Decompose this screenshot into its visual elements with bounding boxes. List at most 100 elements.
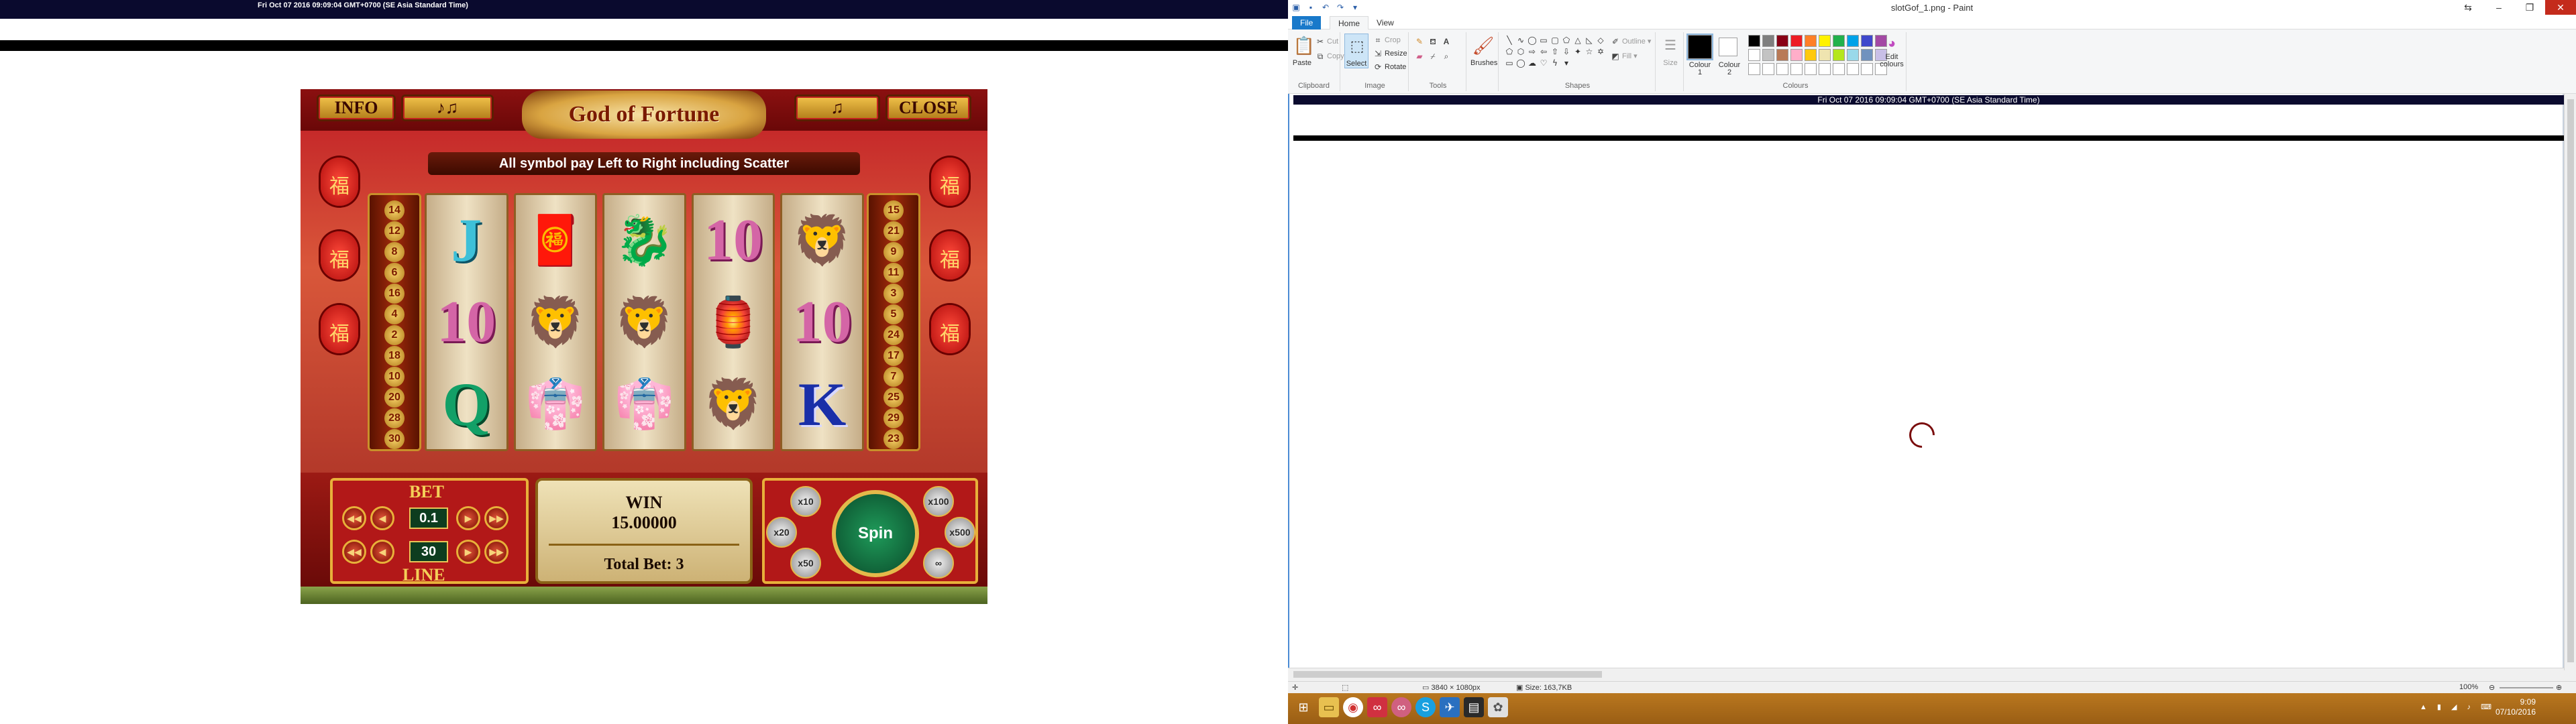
polygon-shape-icon[interactable]: ⬠ [1561,35,1572,46]
line-up-button[interactable]: ▶ [456,540,480,564]
paste-button[interactable]: 📋 Paste [1292,34,1315,67]
fill-tool[interactable]: ⛾ [1428,36,1440,47]
eraser-tool[interactable]: ▰ [1414,51,1426,62]
up-arrow-shape-icon[interactable]: ⇧ [1550,46,1560,57]
colour-swatch[interactable] [1776,49,1788,61]
brushes-button[interactable]: 🖌 Brushes [1470,34,1497,67]
app-red-icon[interactable]: ∞ [1367,697,1387,717]
terminal-icon[interactable]: ▤ [1464,697,1484,717]
minimize-button[interactable]: – [2483,0,2514,15]
pencil-tool[interactable]: ✎ [1414,36,1426,47]
clock[interactable]: 9:09 07/10/2016 [2496,697,2536,717]
close-window-button[interactable]: ✕ [2545,0,2576,15]
colour-swatch[interactable] [1805,35,1817,47]
tab-home[interactable]: Home [1330,16,1369,29]
spin-button[interactable]: Spin [832,490,919,577]
restore-icon[interactable]: ⇆ [2453,0,2483,15]
custom-colour-swatch[interactable] [1748,63,1760,75]
rounded-rectangle-shape-icon[interactable]: ▢ [1550,35,1560,46]
autoplay-infinite-button[interactable]: ∞ [923,548,954,579]
skype-icon[interactable]: S [1415,697,1436,717]
colour-swatch[interactable] [1762,49,1774,61]
bet-min-button[interactable]: ◀◀ [342,506,366,530]
colour-swatch[interactable] [1748,49,1760,61]
triangle-shape-icon[interactable]: △ [1572,35,1583,46]
image-canvas[interactable]: Fri Oct 07 2016 09:09:04 GMT+0700 (SE As… [1288,94,2564,668]
scroll-down-icon[interactable]: ▾ [1561,58,1572,68]
heart-shape-icon[interactable]: ♡ [1538,58,1549,68]
color-picker-tool[interactable]: ⌿ [1428,51,1440,62]
magnifier-tool[interactable]: ⌕ [1441,51,1453,62]
colour-swatch[interactable] [1819,35,1831,47]
colour1-swatch[interactable] [1686,34,1713,60]
horizontal-scrollbar[interactable] [1288,668,2564,680]
resize-button[interactable]: ⇲ Resize [1373,48,1407,59]
custom-colour-swatch[interactable] [1790,63,1803,75]
colour-swatch[interactable] [1861,49,1873,61]
down-arrow-shape-icon[interactable]: ⇩ [1561,46,1572,57]
right-triangle-shape-icon[interactable]: ◺ [1584,35,1595,46]
bet-down-button[interactable]: ◀ [370,506,394,530]
colour-swatch[interactable] [1819,49,1831,61]
autoplay-x100-button[interactable]: x100 [923,486,954,517]
oval-shape-icon[interactable]: ◯ [1527,35,1538,46]
edit-colours-button[interactable]: ◕ Edit colours [1880,35,1904,68]
bet-max-button[interactable]: ▶▶ [484,506,508,530]
app-pink-icon[interactable]: ∞ [1391,697,1411,717]
pentagon-shape-icon[interactable]: ⬠ [1504,46,1515,57]
colour-swatch[interactable] [1847,35,1859,47]
close-button[interactable]: CLOSE [885,95,971,121]
colour-swatch[interactable] [1762,35,1774,47]
tab-file[interactable]: File [1292,16,1322,29]
vertical-scroll-thumb[interactable] [2567,99,2574,662]
colour-swatch[interactable] [1847,49,1859,61]
autoplay-x10-button[interactable]: x10 [790,486,821,517]
copy-button[interactable]: ⧉ Copy [1315,51,1344,62]
custom-colour-swatch[interactable] [1805,63,1817,75]
diamond-shape-icon[interactable]: ◇ [1595,35,1606,46]
paint-taskbar-icon[interactable]: ✿ [1488,697,1508,717]
line-min-button[interactable]: ◀◀ [342,540,366,564]
colour-swatch[interactable] [1805,49,1817,61]
info-button[interactable]: INFO [317,95,396,121]
app-blue-icon[interactable]: ✈ [1440,697,1460,717]
bet-up-button[interactable]: ▶ [456,506,480,530]
colour2-swatch[interactable] [1719,38,1737,56]
colour-swatch[interactable] [1833,35,1845,47]
custom-colour-swatch[interactable] [1762,63,1774,75]
start-button[interactable]: ⊞ [1293,697,1313,717]
line-max-button[interactable]: ▶▶ [484,540,508,564]
horizontal-scroll-thumb[interactable] [1293,671,1602,678]
paytable-button[interactable]: ♪♫ [401,95,494,121]
lightning-shape-icon[interactable]: ϟ [1550,58,1560,68]
four-point-star-shape-icon[interactable]: ✦ [1572,46,1583,57]
maximize-button[interactable]: ❐ [2514,0,2545,15]
six-point-star-shape-icon[interactable]: ✡ [1595,46,1606,57]
tab-view[interactable]: View [1368,16,1402,29]
text-tool[interactable]: A [1441,36,1453,47]
autoplay-x500-button[interactable]: x500 [945,517,975,548]
right-arrow-shape-icon[interactable]: ⇨ [1527,46,1538,57]
colour-swatch[interactable] [1790,35,1803,47]
chrome-icon[interactable]: ◉ [1343,697,1363,717]
outline-dropdown[interactable]: ✐ Outline ▾ [1610,36,1651,47]
zoom-out-button[interactable]: ⊖ [2489,683,2495,692]
colour-swatch[interactable] [1861,35,1873,47]
hexagon-shape-icon[interactable]: ⬡ [1515,46,1526,57]
custom-colour-swatch[interactable] [1819,63,1831,75]
colour-swatch[interactable] [1748,35,1760,47]
size-button[interactable]: ☰ Size [1658,34,1682,67]
custom-colour-swatch[interactable] [1833,63,1845,75]
callout-rect-shape-icon[interactable]: ▭ [1504,58,1515,68]
colour-swatch[interactable] [1790,49,1803,61]
autoplay-x50-button[interactable]: x50 [790,548,821,579]
custom-colour-swatch[interactable] [1861,63,1873,75]
rectangle-shape-icon[interactable]: ▭ [1538,35,1549,46]
sound-button[interactable]: ♫ [794,95,880,121]
colour-swatch[interactable] [1776,35,1788,47]
colour-swatch[interactable] [1833,49,1845,61]
line-down-button[interactable]: ◀ [370,540,394,564]
callout-oval-shape-icon[interactable]: ◯ [1515,58,1526,68]
crop-button[interactable]: ⌗ Crop [1373,35,1401,46]
callout-cloud-shape-icon[interactable]: ☁ [1527,58,1538,68]
